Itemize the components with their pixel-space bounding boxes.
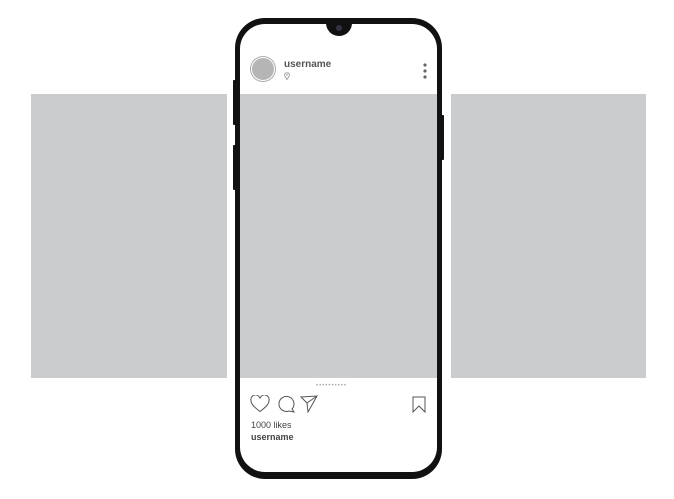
- share-icon[interactable]: [300, 395, 318, 413]
- phone-screen: username •••••••••• 1000 likes username: [240, 24, 437, 472]
- location-pin-icon: [284, 72, 290, 80]
- likes-count[interactable]: 1000 likes: [251, 420, 292, 430]
- avatar[interactable]: [251, 57, 275, 81]
- camera-icon: [336, 25, 342, 31]
- comment-icon[interactable]: [276, 395, 296, 414]
- post-username[interactable]: username: [284, 59, 331, 70]
- previous-slide-image[interactable]: [31, 94, 227, 378]
- heart-icon[interactable]: [250, 395, 270, 413]
- bookmark-icon[interactable]: [412, 396, 426, 413]
- caption-username[interactable]: username: [251, 432, 294, 442]
- more-vertical-icon[interactable]: [422, 62, 428, 80]
- next-slide-image[interactable]: [451, 94, 646, 378]
- carousel-indicator: ••••••••••: [316, 383, 348, 389]
- post-image[interactable]: [240, 94, 437, 378]
